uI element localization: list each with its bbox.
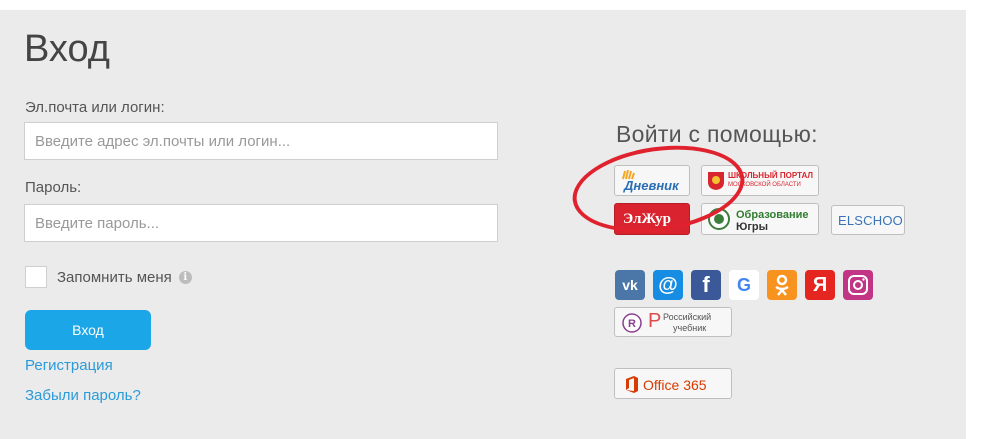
login-label: Эл.почта или логин: <box>25 99 165 116</box>
mail-ru-glyph: @ <box>658 274 678 296</box>
office-icon <box>626 376 638 393</box>
remember-label: Запомнить меня <box>57 268 172 286</box>
elschool-login-button[interactable]: ELSCHOOL <box>831 205 905 235</box>
instagram-icon[interactable] <box>843 270 873 300</box>
forgot-password-link[interactable]: Забыли пароль? <box>25 387 141 404</box>
yandex-glyph: Я <box>812 274 828 296</box>
eljur-label: ЭлЖур <box>623 211 671 227</box>
school-portal-label: ШКОЛЬНЫЙ ПОРТАЛ <box>728 171 813 180</box>
office365-login-button[interactable]: Office 365 <box>614 368 732 399</box>
facebook-icon[interactable]: f <box>691 270 721 300</box>
office-label: Office 365 <box>643 377 707 393</box>
page-title: Вход <box>24 28 110 70</box>
google-glyph: G <box>736 275 751 295</box>
school-portal-sublabel: МОСКОВСКОЙ ОБЛАСТИ <box>728 182 801 188</box>
ugra-sublabel: Югры <box>736 221 769 233</box>
odnoklassniki-icon[interactable] <box>767 270 797 300</box>
dnevnik-login-button[interactable]: Дневник <box>614 165 690 196</box>
school-portal-login-button[interactable]: ШКОЛЬНЫЙ ПОРТАЛ МОСКОВСКОЙ ОБЛАСТИ <box>701 165 819 196</box>
textbook-letter: Р <box>648 310 662 332</box>
svg-text:vk: vk <box>622 277 638 293</box>
ugra-label: Образование <box>736 209 809 221</box>
eljur-login-button[interactable]: ЭлЖур <box>614 203 690 235</box>
login-input[interactable] <box>24 122 498 160</box>
emblem-icon <box>708 208 730 230</box>
textbook-label: Российский <box>663 312 712 322</box>
info-icon[interactable]: i <box>178 270 192 284</box>
login-button[interactable]: Вход <box>25 310 151 350</box>
register-link[interactable]: Регистрация <box>25 357 113 374</box>
elschool-label: ELSCHOOL <box>838 213 905 228</box>
facebook-glyph: f <box>702 272 710 297</box>
mail-ru-icon[interactable]: @ <box>653 270 683 300</box>
coat-of-arms-icon <box>708 172 724 190</box>
remember-checkbox[interactable] <box>25 266 47 288</box>
vk-icon[interactable]: vk <box>615 270 645 300</box>
russian-textbook-login-button[interactable]: R Р Российский учебник <box>614 307 732 337</box>
yandex-icon[interactable]: Я <box>805 270 835 300</box>
instagram-logo <box>848 275 868 295</box>
svg-text:R: R <box>628 318 636 330</box>
ugra-education-login-button[interactable]: Образование Югры <box>701 203 819 235</box>
remember-me: Запомнить меня i <box>25 266 192 288</box>
google-icon[interactable]: G <box>729 270 759 300</box>
password-input[interactable] <box>24 204 498 242</box>
textbook-sublabel: учебник <box>673 323 707 333</box>
vk-logo: vk <box>622 277 638 293</box>
ok-logo <box>775 274 789 296</box>
textbook-logo-icon: R <box>622 313 642 333</box>
login-panel: Вход Эл.почта или логин: Пароль: Запомни… <box>0 10 966 439</box>
dnevnik-label: Дневник <box>624 178 679 193</box>
password-label: Пароль: <box>25 179 82 196</box>
social-login-title: Войти с помощью: <box>616 121 818 147</box>
